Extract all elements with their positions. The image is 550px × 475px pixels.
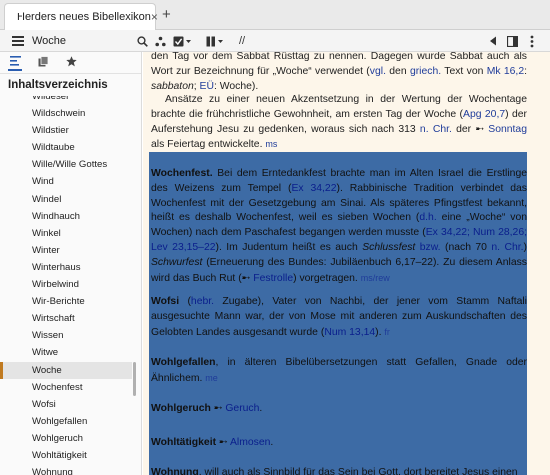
toc-item[interactable]: Wildschwein (0, 105, 132, 122)
toc-item[interactable]: Wirtschaft (0, 310, 132, 327)
new-tab-button[interactable]: + (162, 6, 171, 23)
toc-item[interactable]: Woche (0, 361, 132, 379)
toc-item[interactable]: Wohnung (0, 464, 132, 475)
link-bzw[interactable]: bzw. (420, 242, 441, 253)
document-tab[interactable]: Herders neues Bibellexikon × (4, 3, 158, 30)
toc-tab-icon[interactable] (8, 55, 22, 71)
link-festrolle[interactable]: Festrolle (253, 273, 293, 284)
link-nchr[interactable]: n. Chr. (420, 124, 452, 135)
toc-item[interactable]: Wirbelwind (0, 276, 132, 293)
toc-item[interactable]: Wildtaube (0, 139, 132, 156)
toc-item[interactable]: Winter (0, 242, 132, 259)
entry-wohnung: Wohnung, will auch als Sinnbild für das … (151, 466, 527, 475)
toc-item[interactable]: Winterhaus (0, 259, 132, 276)
entry-wohltaetigkeit: Wohltätigkeit ➸ Almosen. (151, 437, 274, 448)
source-tag[interactable]: me (205, 373, 218, 383)
headword: Wohnung (151, 467, 199, 475)
checkbox-dropdown-icon[interactable] (172, 33, 192, 49)
toc-item[interactable]: Wohlgeruch (0, 430, 132, 447)
link-hebr[interactable]: hebr. (191, 296, 214, 307)
toc-item[interactable]: Windhauch (0, 208, 132, 225)
content-pane: den Tag vor dem Sabbat Rüsttag zu nennen… (143, 52, 550, 475)
pages-tab-icon[interactable] (36, 55, 50, 70)
headword: Wohltätigkeit (151, 437, 217, 448)
toc-item[interactable]: Winkel (0, 225, 132, 242)
toc-item[interactable]: Wochenfest (0, 379, 132, 396)
tab-title: Herders neues Bibellexikon (17, 11, 151, 23)
link-nchr2[interactable]: n. Chr. (491, 242, 523, 253)
toolbar: // (0, 30, 550, 52)
sidebar-tabs (0, 52, 141, 74)
network-icon[interactable] (154, 33, 166, 49)
link-dh[interactable]: d.h. (419, 212, 436, 223)
toc-item[interactable]: Wofsi (0, 396, 132, 413)
toc-item[interactable]: Wind (0, 173, 132, 190)
link-apg[interactable]: Apg 20,7 (463, 109, 505, 120)
toc-list: Wildesel Wildschwein Wildstier Wildtaube Wi… (0, 96, 132, 475)
source-tag[interactable]: ms (265, 139, 277, 149)
sidebar-scrollbar[interactable] (133, 362, 136, 396)
link-sonntag[interactable]: Sonntag (488, 124, 527, 135)
link-geruch[interactable]: Geruch (225, 403, 259, 414)
star-tab-icon[interactable] (64, 55, 78, 70)
more-options-icon[interactable] (526, 33, 538, 49)
headword: Wohlgeruch (151, 403, 211, 414)
toc-item[interactable]: Wohlgefallen (0, 413, 132, 430)
toc-item[interactable]: Windel (0, 191, 132, 208)
link-mk[interactable]: Mk 16,2 (487, 66, 524, 77)
toc-item[interactable]: Wir-Berichte (0, 293, 132, 310)
link-griech[interactable]: griech. (410, 66, 441, 77)
headword: Wofsi (151, 296, 180, 307)
headword: Wochenfest. (151, 168, 213, 179)
close-tab-button[interactable]: × (151, 10, 158, 24)
toc-item[interactable]: Wohltätigkeit (0, 447, 132, 464)
split-view-icon[interactable] (506, 33, 518, 49)
entry-wofsi: Wofsi (hebr. Zugabe), Vater von Nachbi, … (151, 296, 527, 338)
search-input[interactable] (32, 32, 132, 50)
parallel-view-toggle[interactable]: // (235, 33, 249, 49)
app-window: Herders neues Bibellexikon × + // Inhalt… (0, 0, 550, 475)
entry-wohlgefallen: Wohlgefallen, in älteren Bibelübersetzun… (151, 357, 527, 384)
paragraph-woche-end: den Tag vor dem Sabbat Rüsttag zu nennen… (151, 52, 527, 92)
link-eu[interactable]: EÜ (200, 81, 214, 92)
toc-items: Wildschwein Wildstier Wildtaube Wille/Wille… (0, 105, 132, 475)
toc-item[interactable]: Wissen (0, 327, 132, 344)
toc-heading: Inhaltsverzeichnis (8, 79, 108, 91)
back-icon[interactable] (487, 33, 499, 49)
columns-dropdown-icon[interactable] (205, 33, 225, 49)
source-tag[interactable]: fr (384, 327, 390, 337)
sidebar: Inhaltsverzeichnis Wildesel Wildschwein W… (0, 52, 142, 475)
tab-bar: Herders neues Bibellexikon × + (0, 0, 550, 30)
link-vgl[interactable]: vgl. (370, 66, 386, 77)
link-almosen[interactable]: Almosen (230, 437, 270, 448)
search-icon[interactable] (136, 33, 148, 49)
toc-item[interactable]: Wildstier (0, 122, 132, 139)
toc-item[interactable]: Wille/Wille Gottes (0, 156, 132, 173)
link-num[interactable]: Num 13,14 (324, 327, 375, 338)
link-ex[interactable]: Ex 34,22 (291, 183, 336, 194)
paragraph-akzent: Ansätze zu einer neuen Akzentsetzung in … (151, 94, 527, 151)
menu-button[interactable] (10, 33, 26, 49)
toc-item[interactable]: Wildesel (0, 96, 132, 105)
entry-wohlgeruch: Wohlgeruch ➸ Geruch. (151, 403, 263, 414)
toc-item[interactable]: Witwe (0, 344, 132, 361)
source-tag[interactable]: ms/rew (361, 273, 390, 283)
headword: Wohlgefallen (151, 357, 216, 368)
entry-wochenfest: Wochenfest. Bei dem Erntedankfest bracht… (151, 168, 528, 284)
